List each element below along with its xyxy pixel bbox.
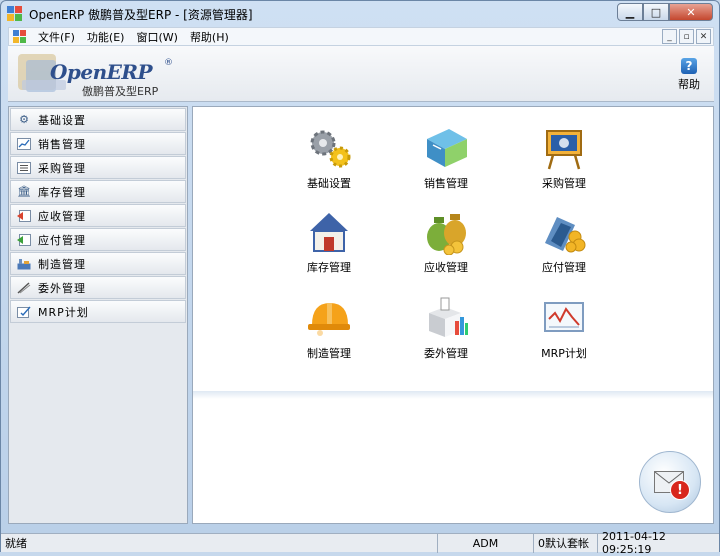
module-label: 制造管理 <box>307 347 351 360</box>
close-button[interactable]: ✕ <box>669 3 713 21</box>
alert-icon: ! <box>670 480 690 500</box>
mdi-window-icon[interactable] <box>13 29 27 44</box>
module-receivable[interactable]: 应收管理 <box>396 209 496 275</box>
menu-bar: 文件(F) 功能(E) 窗口(W) 帮助(H) _ ▫ ✕ <box>8 27 714 46</box>
module-label: 应付管理 <box>542 261 586 274</box>
logo-text: OpenERP <box>50 60 153 84</box>
title-bar[interactable]: OpenERP 傲鹏普及型ERP - [资源管理器] ▁ □ ✕ <box>1 1 719 27</box>
mdi-close-button[interactable]: ✕ <box>696 29 711 44</box>
hard-hat-icon <box>306 295 352 341</box>
status-datetime: 2011-04-12 09:25:19 <box>597 530 717 556</box>
module-label: 销售管理 <box>424 177 468 190</box>
maximize-button[interactable]: □ <box>643 3 669 21</box>
house-icon <box>306 209 352 255</box>
minimize-button[interactable]: ▁ <box>617 3 643 21</box>
gear-icon: ⚙ <box>19 113 29 126</box>
module-label: 委外管理 <box>424 347 468 360</box>
module-sales[interactable]: 销售管理 <box>396 125 496 191</box>
menu-file[interactable]: 文件(F) <box>32 29 81 45</box>
sidebar: ⚙ 基础设置 销售管理 采购管理 🏛 库存管理 应收管理 应付管理 制造管理 委… <box>8 106 188 524</box>
module-basic-settings[interactable]: 基础设置 <box>279 125 379 191</box>
module-manufacturing[interactable]: 制造管理 <box>279 295 379 361</box>
logo-subtitle: 傲鹏普及型ERP <box>82 85 159 98</box>
module-label: 采购管理 <box>542 177 586 190</box>
help-icon: ? <box>681 58 697 74</box>
sidebar-item-label: 委外管理 <box>38 281 86 295</box>
status-account: 0默认套帐 <box>533 533 597 553</box>
outsource-icon <box>16 281 32 295</box>
menu-help[interactable]: 帮助(H) <box>184 29 235 45</box>
sales-book-icon <box>423 125 469 171</box>
sidebar-item-manufacturing[interactable]: 制造管理 <box>10 252 186 275</box>
module-label: MRP计划 <box>541 347 587 360</box>
module-label: 应收管理 <box>424 261 468 274</box>
mrp-chart-icon <box>541 295 587 341</box>
sidebar-item-sales[interactable]: 销售管理 <box>10 132 186 155</box>
sidebar-item-label: MRP计划 <box>38 305 89 319</box>
window-controls: ▁ □ ✕ <box>617 3 713 21</box>
module-outsource[interactable]: 委外管理 <box>396 295 496 361</box>
factory-icon <box>16 257 32 271</box>
sidebar-item-outsource[interactable]: 委外管理 <box>10 276 186 299</box>
module-inventory[interactable]: 库存管理 <box>279 209 379 275</box>
sidebar-item-label: 销售管理 <box>38 137 86 151</box>
help-button[interactable]: ? 帮助 <box>674 58 704 92</box>
outsource-box-icon <box>423 295 469 341</box>
mdi-controls: _ ▫ ✕ <box>662 29 711 44</box>
list-icon <box>16 161 32 175</box>
chart-line-icon <box>16 137 32 151</box>
sidebar-item-purchase[interactable]: 采购管理 <box>10 156 186 179</box>
help-label: 帮助 <box>678 78 700 91</box>
menu-function[interactable]: 功能(E) <box>81 29 131 45</box>
sidebar-item-payable[interactable]: 应付管理 <box>10 228 186 251</box>
sidebar-item-receivable[interactable]: 应收管理 <box>10 204 186 227</box>
module-payable[interactable]: 应付管理 <box>514 209 614 275</box>
window-title: OpenERP 傲鹏普及型ERP - [资源管理器] <box>29 7 253 22</box>
sidebar-item-label: 采购管理 <box>38 161 86 175</box>
sidebar-item-label: 应付管理 <box>38 233 86 247</box>
status-text: 就绪 <box>5 537 27 550</box>
gears-icon <box>306 125 352 171</box>
sidebar-item-label: 应收管理 <box>38 209 86 223</box>
mrp-icon <box>16 305 32 319</box>
purchase-board-icon <box>541 125 587 171</box>
warehouse-icon: 🏛 <box>17 185 31 198</box>
payable-icon <box>16 233 32 247</box>
menu-window[interactable]: 窗口(W) <box>130 29 183 45</box>
mdi-restore-button[interactable]: ▫ <box>679 29 694 44</box>
sidebar-item-basic-settings[interactable]: ⚙ 基础设置 <box>10 108 186 131</box>
sidebar-item-label: 基础设置 <box>38 113 86 127</box>
app-logo-icon <box>7 6 23 22</box>
payable-coins-icon <box>541 209 587 255</box>
module-label: 基础设置 <box>307 177 351 190</box>
sidebar-item-label: 制造管理 <box>38 257 86 271</box>
module-purchase[interactable]: 采购管理 <box>514 125 614 191</box>
money-bags-icon <box>423 209 469 256</box>
sidebar-item-inventory[interactable]: 🏛 库存管理 <box>10 180 186 203</box>
mdi-minimize-button[interactable]: _ <box>662 29 677 44</box>
app-window: OpenERP 傲鹏普及型ERP - [资源管理器] ▁ □ ✕ 文件(F) 功… <box>0 0 720 556</box>
main-panel: 基础设置 销售管理 采购管理 库存管理 应收管理 应付管理 制造管理 委外管理 … <box>192 106 714 524</box>
panel-divider <box>193 391 713 399</box>
header-banner: OpenERP ® 傲鹏普及型ERP ? 帮助 <box>8 46 714 102</box>
status-user: ADM <box>437 533 533 553</box>
sidebar-item-mrp[interactable]: MRP计划 <box>10 300 186 323</box>
mail-alert-button[interactable]: ! <box>639 451 701 513</box>
logo-registered-mark: ® <box>164 58 173 68</box>
status-bar: 就绪 ADM 0默认套帐 2011-04-12 09:25:19 <box>1 530 719 556</box>
receivable-icon <box>16 209 32 223</box>
module-label: 库存管理 <box>307 261 351 274</box>
module-mrp[interactable]: MRP计划 <box>514 295 614 361</box>
sidebar-item-label: 库存管理 <box>38 185 86 199</box>
